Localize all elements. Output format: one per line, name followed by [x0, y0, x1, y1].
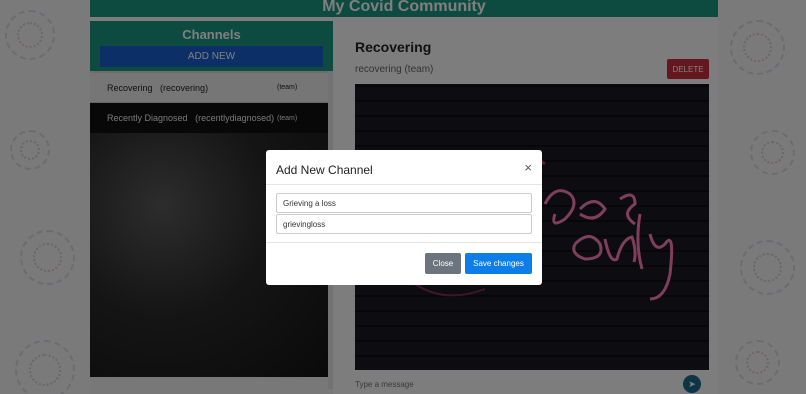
- close-icon[interactable]: ×: [524, 160, 532, 175]
- close-button[interactable]: Close: [425, 253, 461, 274]
- channel-name-field[interactable]: [276, 193, 532, 213]
- modal-header: Add New Channel ×: [266, 150, 542, 185]
- add-channel-modal: Add New Channel × Close Save changes: [266, 150, 542, 285]
- save-changes-button[interactable]: Save changes: [465, 253, 532, 274]
- modal-footer: Close Save changes: [266, 243, 542, 283]
- modal-title: Add New Channel: [276, 163, 373, 177]
- channel-slug-field[interactable]: [276, 214, 532, 234]
- modal-body: [266, 185, 542, 243]
